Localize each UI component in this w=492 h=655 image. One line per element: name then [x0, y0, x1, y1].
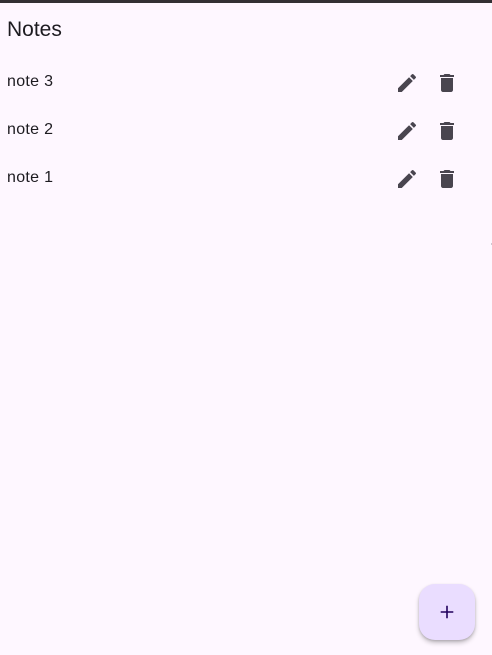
pencil-icon	[398, 121, 417, 140]
trash-icon	[440, 170, 454, 188]
pencil-icon	[398, 169, 417, 188]
edit-button[interactable]	[391, 67, 423, 99]
delete-button[interactable]	[431, 115, 463, 147]
delete-button[interactable]	[431, 67, 463, 99]
app-bar: Notes	[0, 3, 492, 57]
list-item[interactable]: note 1	[0, 155, 492, 203]
note-title: note 1	[7, 169, 54, 186]
list-item[interactable]: note 3	[0, 59, 492, 107]
edit-button[interactable]	[391, 115, 423, 147]
list-item[interactable]: note 2	[0, 107, 492, 155]
trash-icon	[440, 122, 454, 140]
note-title: note 2	[7, 121, 54, 138]
edit-button[interactable]	[391, 163, 423, 195]
plus-icon	[440, 605, 454, 619]
add-note-button[interactable]	[419, 584, 475, 640]
trash-icon	[440, 74, 454, 92]
notes-screen: Notes note 3 note 2 note 1	[0, 0, 492, 655]
page-title: Notes	[7, 18, 62, 41]
delete-button[interactable]	[431, 163, 463, 195]
note-title: note 3	[7, 73, 54, 90]
notes-list: note 3 note 2 note 1	[0, 59, 492, 203]
pencil-icon	[398, 73, 417, 92]
